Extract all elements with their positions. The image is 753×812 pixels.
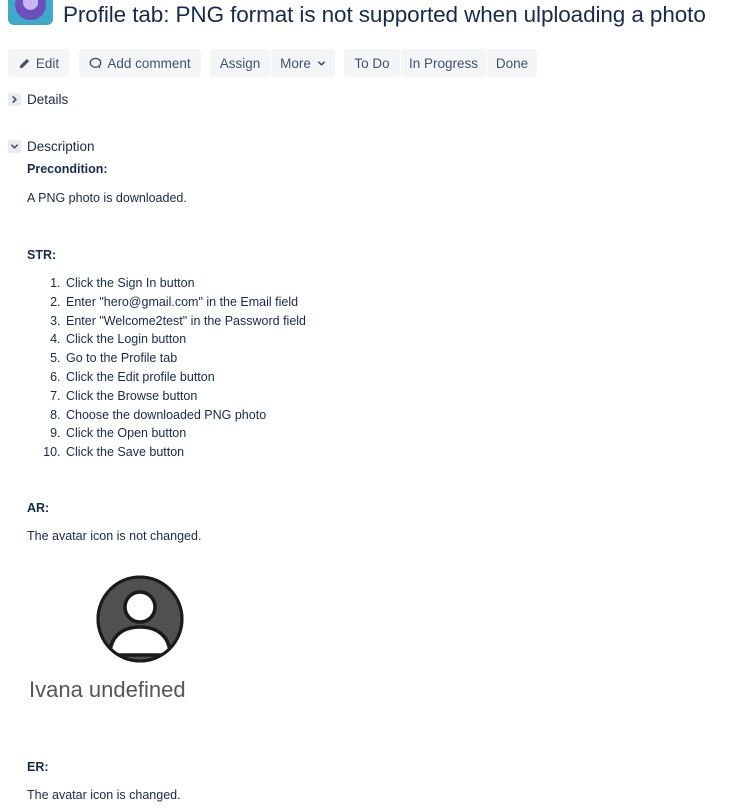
status-todo-button[interactable]: To Do [344,49,400,77]
details-section-toggle[interactable]: Details [8,92,68,107]
step-item: Click the Save button [64,443,306,462]
attached-screenshot[interactable]: Ivana undefined [28,573,228,713]
status-inprogress-button[interactable]: In Progress [401,49,486,77]
step-item: Go to the Profile tab [64,349,306,368]
er-heading: ER: [27,760,49,774]
add-comment-button[interactable]: Add comment [79,49,201,77]
status-done-label: Done [495,55,529,71]
chevron-down-icon [317,59,326,68]
status-done-button[interactable]: Done [487,49,537,77]
step-item: Enter "Welcome2test" in the Password fie… [64,312,306,331]
ar-heading: AR: [27,501,50,515]
status-todo-label: To Do [354,55,390,71]
chevron-right-icon [8,93,21,106]
ar-text: The avatar icon is not changed. [27,529,202,543]
speech-bubble-icon [89,57,102,70]
steps-list: Click the Sign In button Enter "hero@gma… [51,274,306,462]
edit-button[interactable]: Edit [8,49,69,77]
assign-button[interactable]: Assign [210,49,270,77]
more-button-label: More [280,55,311,71]
step-item: Click the Open button [64,424,306,443]
details-section-label: Details [27,92,69,107]
step-item: Enter "hero@gmail.com" in the Email fiel… [64,293,306,312]
edit-button-label: Edit [35,55,60,71]
chevron-down-icon [8,140,21,153]
step-item: Choose the downloaded PNG photo [64,406,306,425]
more-button[interactable]: More [271,49,335,77]
pencil-icon [18,57,31,70]
project-avatar-image [15,0,46,20]
str-heading: STR: [27,248,57,262]
er-text: The avatar icon is changed. [27,788,181,802]
description-section-label: Description [27,139,95,154]
avatar-name-label: Ivana undefined [29,677,186,702]
description-section-toggle[interactable]: Description [8,139,95,154]
step-item: Click the Login button [64,330,306,349]
assign-button-label: Assign [219,55,261,71]
precondition-heading: Precondition: [27,162,108,176]
user-avatar-icon [96,575,184,663]
issue-view: Profile tab: PNG format is not supported… [0,0,753,812]
step-item: Click the Sign In button [64,274,306,293]
add-comment-button-label: Add comment [107,55,191,71]
issue-title[interactable]: Profile tab: PNG format is not supported… [63,2,706,28]
precondition-text: A PNG photo is downloaded. [27,191,187,205]
project-avatar[interactable] [8,0,53,25]
step-item: Click the Browse button [64,387,306,406]
step-item: Click the Edit profile button [64,368,306,387]
status-inprogress-label: In Progress [408,55,479,71]
